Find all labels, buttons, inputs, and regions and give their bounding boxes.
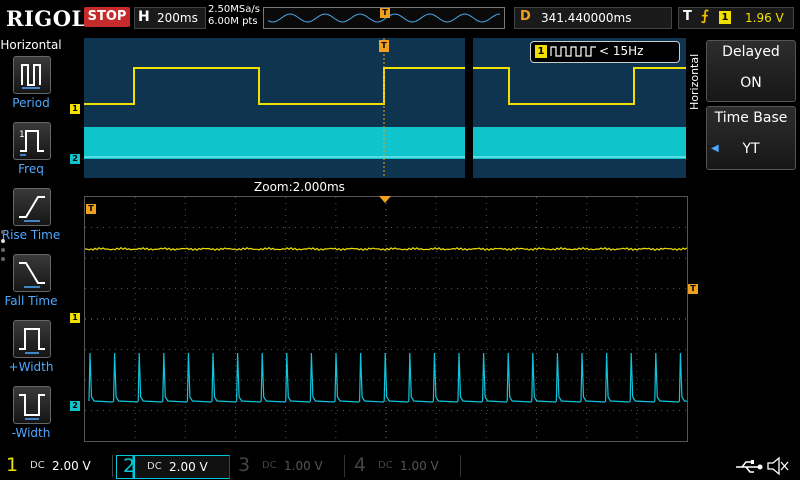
channel-1-number: 1 [6,454,19,476]
zoom-trigger-position-marker [379,196,391,203]
usb-icon [732,458,768,476]
zoom-ch2-trace [88,352,687,403]
frequency-readout: 1 < 15Hz [530,41,680,63]
channel-3-tab[interactable]: 3 DC 1.00 V [232,454,345,477]
measure-rise-time-button[interactable]: Rise Time [0,188,62,250]
zoom-window-indicator [465,38,473,178]
period-icon [13,56,51,94]
rise-time-label: Rise Time [1,228,61,242]
channel-1-scale: 2.00 V [52,459,91,473]
trigger-letter: T [683,9,692,24]
negative-width-icon [13,386,51,424]
overview-ch2-band [84,127,686,159]
frequency-channel: 1 [535,45,547,58]
trigger-box[interactable]: T ⨍ 1 1.96 V [678,7,794,29]
channel-4-coupling: DC [378,460,393,471]
measure-menu: Horizontal Period 1 Freq Rise Time Fall … [0,34,62,452]
channel-2-number: 2 [123,455,136,477]
measure-negative-width-button[interactable]: -Width [0,386,62,448]
horizontal-menu-vertical-title: Horizontal [688,54,701,110]
channel-2-coupling: DC [147,461,162,472]
speaker-muted-icon[interactable] [766,456,790,476]
positive-width-icon [13,320,51,358]
channel-3-number: 3 [238,454,251,476]
svg-text:1: 1 [19,130,25,140]
zoom-timebase-label: Zoom:2.000ms [254,180,345,194]
channel-1-coupling: DC [30,460,45,471]
overview-ch2-marker: 2 [70,154,80,164]
menu-page-dots [1,230,7,266]
zoom-ch1-marker: 1 [70,313,80,323]
overview-trigger-position-marker: T [379,40,389,52]
timebase-value: 200ms [157,11,198,25]
brand-logo: RIGOL [6,6,87,31]
negative-width-label: -Width [11,426,51,440]
rise-time-icon [13,188,51,226]
square-wave-icon [550,46,596,57]
measure-period-button[interactable]: Period [0,56,62,118]
frequency-value: < 15Hz [599,44,644,58]
measure-menu-title: Horizontal [0,38,62,52]
positive-width-label: +Width [8,360,54,374]
channel-1-tab[interactable]: 1 DC 2.00 V [0,454,113,477]
channel-4-number: 4 [354,454,367,476]
delayed-title: Delayed [722,44,780,60]
delayed-value: ON [740,75,762,91]
time-base-title: Time Base [714,110,788,126]
sample-rate: 2.50MSa/s [208,4,260,15]
period-label: Period [12,96,50,110]
zoom-trigger-marker-left: T [86,204,96,214]
arrow-left-icon: ◀ [711,143,719,154]
channel-2-scale: 2.00 V [169,460,208,474]
overview-ch1-trace [84,67,686,105]
freq-label: Freq [18,162,44,176]
zoom-waveform-canvas [85,197,687,438]
channel-4-scale: 1.00 V [400,459,439,473]
run-stop-indicator[interactable]: STOP [84,7,130,27]
trigger-source: 1 [719,11,731,24]
memory-overview-bar[interactable]: T [263,7,505,29]
delayed-sweep-button[interactable]: Delayed ON [706,40,796,102]
overview-ch1-marker: 1 [70,104,80,114]
zoom-ch2-marker: 2 [70,401,80,411]
trigger-level: 1.96 V [745,11,784,25]
delay-box[interactable]: D 341.440000ms [514,7,672,29]
memory-depth: 6.00M pts [208,16,258,27]
measure-fall-time-button[interactable]: Fall Time [0,254,62,316]
measure-freq-button[interactable]: 1 Freq [0,122,62,184]
fall-time-icon [13,254,51,292]
timebase-box[interactable]: H 200ms [134,7,206,29]
channel-3-coupling: DC [262,460,277,471]
frequency-icon: 1 [13,122,51,160]
delay-value: 341.440000ms [541,11,632,25]
timebase-letter: H [138,9,150,25]
svg-text:Horizontal: Horizontal [688,54,701,110]
rising-edge-icon: ⨍ [701,8,709,24]
channel-3-scale: 1.00 V [284,459,323,473]
measure-positive-width-button[interactable]: +Width [0,320,62,382]
channel-4-tab[interactable]: 4 DC 1.00 V [348,454,461,477]
delay-letter: D [520,9,531,24]
memory-trigger-marker: T [380,8,390,18]
fall-time-label: Fall Time [4,294,58,308]
trigger-level-marker: T [688,284,698,294]
zoom-waveform-display[interactable] [84,196,688,442]
channel-2-tab[interactable]: 2 DC 2.00 V [116,455,230,479]
zoom-ch1-trace [85,246,687,252]
time-base-value: YT [742,141,760,157]
time-base-button[interactable]: Time Base YT ◀ [706,106,796,170]
